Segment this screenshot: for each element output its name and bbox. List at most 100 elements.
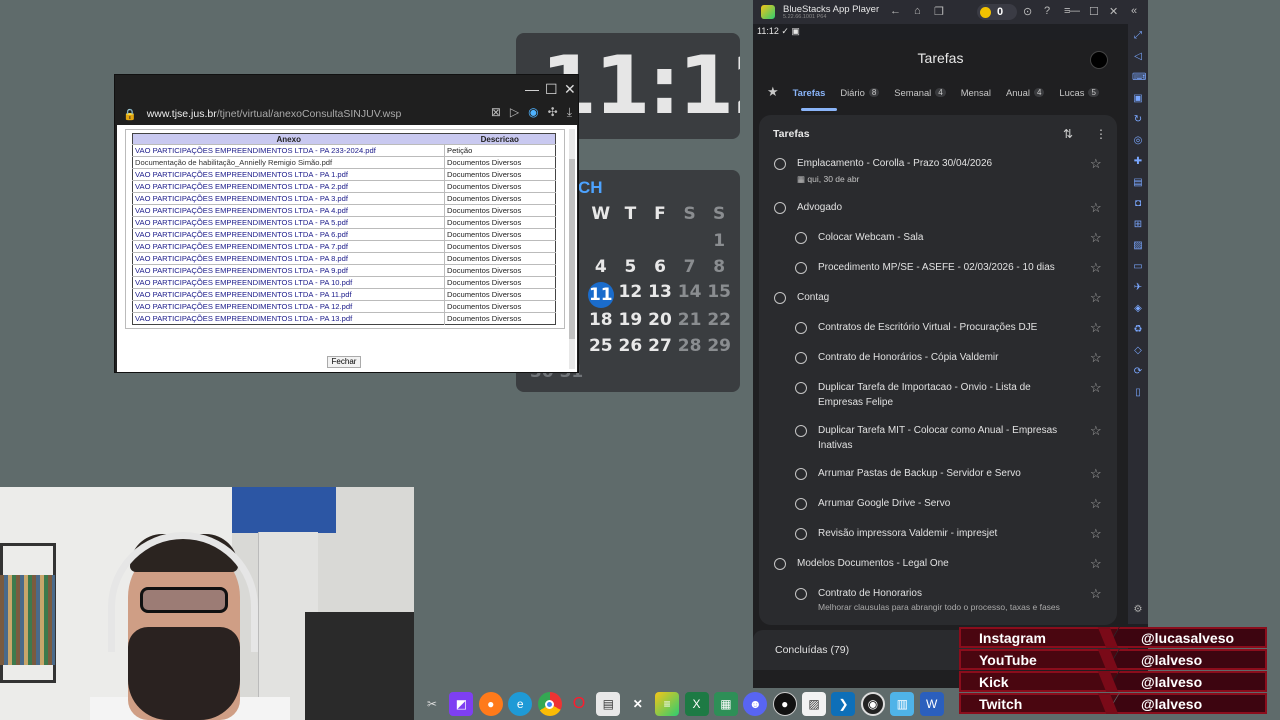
task-checkbox[interactable] (774, 292, 786, 304)
close-icon[interactable]: ✕ (564, 81, 576, 98)
annex-link[interactable]: Documentação de habilitação_Annielly Rem… (132, 156, 445, 169)
star-icon[interactable]: ☆ (1090, 156, 1102, 172)
task-checkbox[interactable] (795, 425, 807, 437)
media-icon[interactable]: ▨ (1132, 240, 1144, 251)
reader-icon[interactable]: ⊠ (491, 105, 501, 120)
notepad-icon[interactable]: ▥ (890, 692, 915, 716)
calendar-day[interactable]: 20 (645, 310, 675, 330)
star-icon[interactable]: ☆ (1090, 526, 1102, 542)
star-icon[interactable]: ☆ (1090, 260, 1102, 276)
star-icon[interactable]: ☆ (1090, 496, 1102, 512)
notification-icon[interactable]: ⊙ (1023, 5, 1032, 18)
calendar-day[interactable]: 15 (704, 282, 734, 308)
eco-icon[interactable]: ♻ (1132, 324, 1144, 335)
minimize-icon[interactable]: — (525, 81, 539, 97)
sort-icon[interactable]: ⇅ (1063, 127, 1073, 141)
minimize-icon[interactable]: — (1069, 5, 1080, 17)
tab-mensal[interactable]: Mensal (961, 87, 991, 98)
settings-gear-icon[interactable]: ⚙ (1132, 604, 1144, 615)
scrollbar-thumb[interactable] (569, 159, 575, 339)
annex-link[interactable]: VAO PARTICIPAÇÕES EMPREENDIMENTOS LTDA -… (132, 228, 445, 241)
discord-icon[interactable]: ☻ (743, 692, 768, 716)
keyboard-icon[interactable]: ⌨ (1132, 72, 1146, 83)
calendar-day[interactable]: 6 (645, 257, 675, 277)
calendar-day[interactable]: 28 (675, 336, 705, 356)
calendar-day[interactable]: 5 (616, 257, 646, 277)
star-icon[interactable]: ☆ (1090, 586, 1102, 602)
coins-badge[interactable]: 0 (977, 4, 1017, 20)
close-button[interactable]: Fechar (327, 356, 361, 368)
x-app-icon[interactable]: ✕ (626, 692, 650, 716)
calendar-day[interactable] (675, 231, 705, 251)
location-icon[interactable]: ◎ (1132, 135, 1144, 146)
folder-icon[interactable]: ▭ (1132, 261, 1144, 272)
calendar-day[interactable]: 22 (704, 310, 734, 330)
star-icon[interactable]: ☆ (1090, 466, 1102, 482)
annex-link[interactable]: VAO PARTICIPAÇÕES EMPREENDIMENTOS LTDA -… (132, 204, 445, 217)
task-checkbox[interactable] (795, 352, 807, 364)
calendar-day[interactable]: 26 (616, 336, 646, 356)
annex-link[interactable]: VAO PARTICIPAÇÕES EMPREENDIMENTOS LTDA -… (132, 288, 445, 301)
tab-diario[interactable]: Diário 8 (840, 87, 880, 98)
calendar-day[interactable]: 8 (704, 257, 734, 277)
annex-link[interactable]: VAO PARTICIPAÇÕES EMPREENDIMENTOS LTDA -… (132, 144, 445, 157)
extensions-icon[interactable]: ✣ (548, 105, 558, 120)
calendar-day[interactable]: 4 (586, 257, 616, 277)
app-icon[interactable]: ◩ (449, 692, 474, 716)
picture-icon[interactable]: ▨ (802, 692, 827, 716)
rotate-icon[interactable]: ↻ (1132, 114, 1144, 125)
calendar-day[interactable] (616, 231, 646, 251)
annex-link[interactable]: VAO PARTICIPAÇÕES EMPREENDIMENTOS LTDA -… (132, 192, 445, 205)
task-checkbox[interactable] (795, 498, 807, 510)
task-checkbox[interactable] (795, 588, 807, 600)
firefox-icon[interactable]: ● (478, 692, 503, 716)
calendar-day[interactable]: 14 (675, 282, 705, 308)
sidebar-toggle-icon[interactable]: ▯ (1132, 387, 1144, 398)
avatar[interactable] (1090, 51, 1108, 69)
task-checkbox[interactable] (774, 558, 786, 570)
star-icon[interactable]: ☆ (1090, 556, 1102, 572)
task-checkbox[interactable] (795, 528, 807, 540)
calendar-day[interactable]: 19 (616, 310, 646, 330)
tab-lucas[interactable]: Lucas 5 (1059, 87, 1099, 98)
star-icon[interactable]: ☆ (1090, 350, 1102, 366)
badge-app-icon[interactable]: ▤ (596, 692, 621, 716)
airplane-icon[interactable]: ✈ (1132, 282, 1144, 293)
vscode-icon[interactable]: ❯ (831, 692, 856, 716)
annex-link[interactable]: VAO PARTICIPAÇÕES EMPREENDIMENTOS LTDA -… (132, 276, 445, 289)
sync-icon[interactable]: ⟳ (1132, 366, 1144, 377)
task-checkbox[interactable] (795, 262, 807, 274)
task-checkbox[interactable] (774, 202, 786, 214)
annex-link[interactable]: VAO PARTICIPAÇÕES EMPREENDIMENTOS LTDA -… (132, 240, 445, 253)
github-icon[interactable]: ● (772, 692, 797, 716)
annex-link[interactable]: VAO PARTICIPAÇÕES EMPREENDIMENTOS LTDA -… (132, 216, 445, 229)
calendar-day[interactable]: 18 (586, 310, 616, 330)
calendar-day-today[interactable]: 11 (587, 282, 614, 308)
scissors-icon[interactable]: ✂ (420, 692, 444, 716)
scrollbar[interactable] (569, 129, 575, 369)
task-checkbox[interactable] (795, 468, 807, 480)
help-icon[interactable]: ? (1044, 5, 1050, 17)
star-icon[interactable]: ☆ (1090, 290, 1102, 306)
calendar-day[interactable]: 27 (645, 336, 675, 356)
opera-icon[interactable]: O (567, 692, 591, 716)
task-checkbox[interactable] (774, 158, 786, 170)
tab-anual[interactable]: Anual 4 (1006, 87, 1045, 98)
calculator-icon[interactable]: ▦ (713, 692, 738, 716)
macro-icon[interactable]: ◈ (1132, 303, 1144, 314)
collapse-sidebar-icon[interactable]: « (1131, 5, 1137, 17)
tab-tarefas[interactable]: Tarefas (793, 87, 826, 98)
apk-icon[interactable]: ⊞ (1132, 219, 1144, 230)
star-icon[interactable]: ☆ (1090, 380, 1102, 396)
calendar-day[interactable]: 7 (675, 257, 705, 277)
home-icon[interactable]: ⌂ (914, 5, 921, 17)
play-icon[interactable]: ▷ (510, 105, 519, 120)
record-icon[interactable]: ▤ (1132, 177, 1144, 188)
edge-icon[interactable]: e (508, 692, 533, 716)
recents-icon[interactable]: ❐ (934, 5, 944, 18)
maximize-icon[interactable]: ☐ (1089, 5, 1099, 18)
gamepad-icon[interactable]: ✚ (1132, 156, 1144, 167)
copilot-icon[interactable]: ◉ (528, 105, 538, 120)
calendar-day[interactable]: 29 (704, 336, 734, 356)
star-icon[interactable]: ☆ (1090, 320, 1102, 336)
